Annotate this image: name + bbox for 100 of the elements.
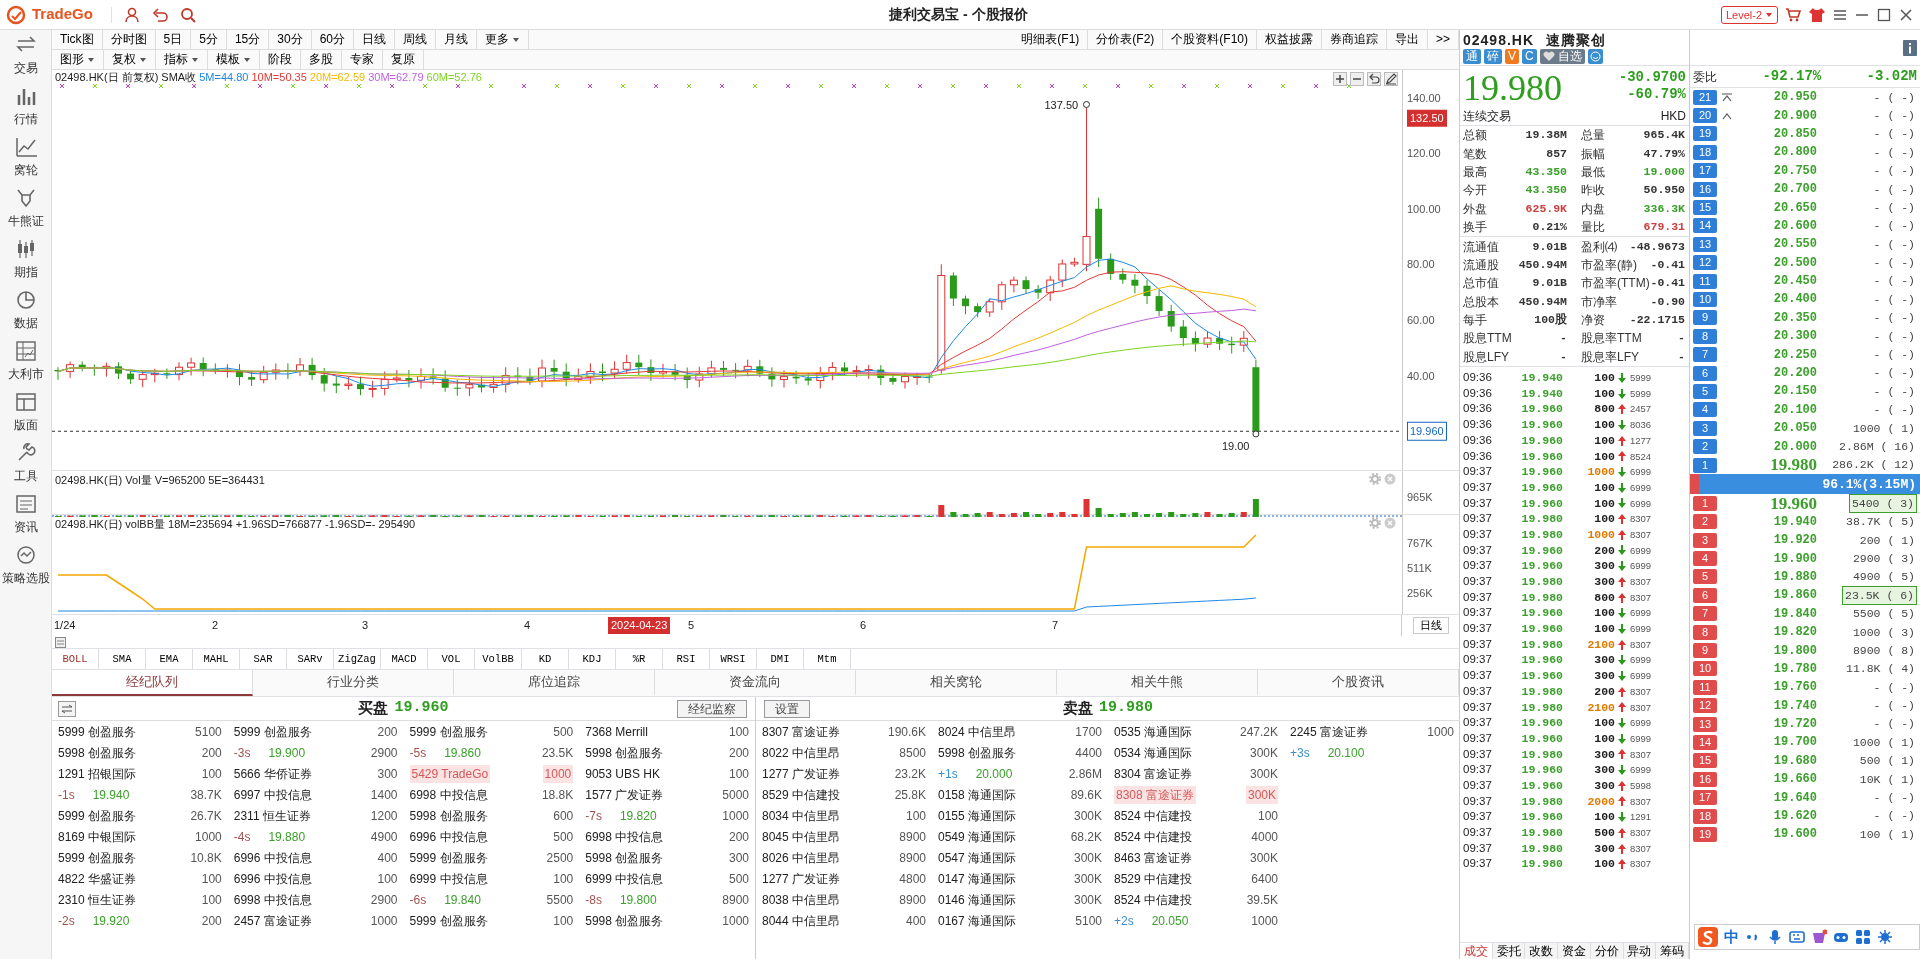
indicator-tab[interactable]: Mtm (804, 649, 851, 669)
period-tab[interactable]: 5日 (155, 30, 192, 49)
period-button[interactable]: 日线 (1412, 617, 1449, 634)
sidebar-item[interactable]: 资讯 (0, 489, 51, 540)
ime-logo-icon[interactable] (1698, 927, 1718, 947)
indicator-tab[interactable]: WRSI (710, 649, 757, 669)
header-button[interactable]: 经纪监察 (677, 700, 747, 718)
period-tab[interactable]: 日线 (354, 30, 395, 49)
sidebar-item[interactable]: 策略选股 (0, 540, 51, 591)
indicator-tab[interactable]: VolBB (475, 649, 522, 669)
sidebar-item[interactable]: 期指 (0, 234, 51, 285)
sidebar-item[interactable]: 版面 (0, 387, 51, 438)
chart-tool-button[interactable]: 复权 (104, 50, 156, 69)
indicator-tab[interactable]: ZigZag (334, 649, 381, 669)
panel-tab[interactable]: 资金 (1558, 943, 1591, 959)
zoom-out-icon[interactable] (1350, 72, 1364, 86)
toolbar-button[interactable]: 分价表(F2) (1088, 30, 1164, 49)
panel-tab[interactable]: 相关窝轮 (856, 670, 1057, 696)
zoom-in-icon[interactable] (1333, 72, 1347, 86)
period-tab[interactable]: 15分 (226, 30, 270, 49)
indicator-tab[interactable]: RSI (663, 649, 710, 669)
search-icon[interactable] (179, 6, 196, 23)
panel-tab[interactable]: 委托 (1492, 943, 1526, 959)
input-mode[interactable]: 中 (1724, 925, 1739, 949)
indicator-tab[interactable]: BOLL (52, 649, 99, 669)
panel-tab[interactable]: 异动 (1623, 943, 1657, 959)
toolbar-button[interactable]: 导出 (1387, 30, 1428, 49)
watchlist-button[interactable]: 自选 (1539, 49, 1585, 64)
chart-tool-button[interactable]: 图形 (52, 50, 104, 69)
indicator-tab[interactable]: SAR (240, 649, 287, 669)
stat-label: 总市值 (1463, 275, 1499, 293)
period-tab[interactable]: 月线 (436, 30, 477, 49)
indicator-tab[interactable]: SARv (287, 649, 334, 669)
chart-tool-button[interactable]: 多股 (301, 50, 342, 69)
period-tab[interactable]: 5分 (191, 30, 227, 49)
level-button[interactable]: Level-2 (1720, 5, 1778, 24)
apps-icon[interactable] (1855, 929, 1871, 945)
indicator-tab[interactable]: MACD (381, 649, 428, 669)
panel-tab[interactable]: 行业分类 (253, 670, 454, 696)
user-icon[interactable] (123, 6, 140, 23)
cart-icon[interactable] (1784, 5, 1802, 24)
panel-tab[interactable]: 筹码 (1656, 943, 1690, 959)
swap-icon[interactable] (58, 701, 76, 717)
sidebar-item[interactable]: 牛熊证 (0, 183, 51, 234)
panel-tab[interactable]: 个股资讯 (1258, 670, 1459, 696)
undo-icon[interactable] (151, 6, 168, 23)
period-tab[interactable]: 60分 (311, 30, 354, 49)
skin-icon[interactable] (1811, 929, 1827, 945)
trade-time: 09:36 (1463, 385, 1493, 401)
panel-toggle-icon[interactable] (55, 636, 66, 648)
level-depth: 200 ( 1) (1858, 532, 1916, 549)
period-tab[interactable]: 30分 (269, 30, 312, 49)
sidebar-item[interactable]: 交易 (0, 30, 51, 81)
chat-icon[interactable] (1587, 49, 1603, 64)
sidebar-item[interactable]: 窝轮 (0, 132, 51, 183)
toolbar-button[interactable]: 权益披露 (1257, 30, 1322, 49)
chart-tool-button[interactable]: 复原 (383, 50, 424, 69)
chart-tool-button[interactable]: 模板 (208, 50, 260, 69)
toolbar-button[interactable]: 券商追踪 (1322, 30, 1387, 49)
close-icon[interactable] (1898, 6, 1914, 23)
chart-tool-button[interactable]: 指标 (156, 50, 208, 69)
period-tab[interactable]: 更多 (477, 30, 529, 49)
sidebar-item[interactable]: 数据 (0, 285, 51, 336)
period-tab[interactable]: 周线 (395, 30, 436, 49)
shirt-icon[interactable] (1808, 5, 1826, 24)
level-number: 2 (1693, 439, 1717, 455)
toolbar-button[interactable]: 明细表(F1) (1013, 30, 1089, 49)
sidebar-item[interactable]: 工具 (0, 438, 51, 489)
period-tab[interactable]: 分时图 (102, 30, 156, 49)
header-button[interactable]: 设置 (764, 700, 810, 718)
info-icon[interactable] (1903, 39, 1917, 56)
sidebar-item[interactable]: 行情 (0, 81, 51, 132)
indicator-tab[interactable]: MAHL (193, 649, 240, 669)
panel-tab[interactable]: 相关牛熊 (1057, 670, 1258, 696)
microphone-icon[interactable] (1767, 929, 1783, 945)
scroll-top-icon[interactable] (1721, 92, 1733, 103)
indicator-tab[interactable]: VOL (428, 649, 475, 669)
indicator-tab[interactable]: KDJ (569, 649, 616, 669)
indicator-tab[interactable]: KD (522, 649, 569, 669)
panel-tab[interactable]: 席位追踪 (454, 670, 655, 696)
indicator-tab[interactable]: %R (616, 649, 663, 669)
chart-tool-button[interactable]: 专家 (342, 50, 383, 69)
toolbar-button[interactable]: 个股资料(F10) (1163, 30, 1257, 49)
level-depth: - ( -) (1872, 402, 1916, 419)
panel-tab[interactable]: 改数 (1525, 943, 1559, 959)
indicator-tab[interactable]: SMA (99, 649, 146, 669)
keyboard-icon[interactable] (1789, 929, 1805, 945)
indicator-tab[interactable]: DMI (757, 649, 804, 669)
sidebar-item[interactable]: 大利市 (0, 336, 51, 387)
toolbar-button[interactable]: >> (1428, 30, 1459, 49)
edit-icon[interactable] (1384, 72, 1398, 86)
settings-icon[interactable] (1877, 929, 1893, 945)
maximize-icon[interactable] (1876, 6, 1892, 23)
panel-tab[interactable]: 资金流向 (655, 670, 856, 696)
period-tab[interactable]: Tick图 (52, 30, 103, 49)
undo-icon[interactable] (1367, 72, 1381, 86)
chart-tool-button[interactable]: 阶段 (260, 50, 301, 69)
panel-tab[interactable]: 分价 (1590, 943, 1624, 959)
indicator-tab[interactable]: EMA (146, 649, 193, 669)
panel-tab[interactable]: 经纪队列 (52, 670, 253, 696)
